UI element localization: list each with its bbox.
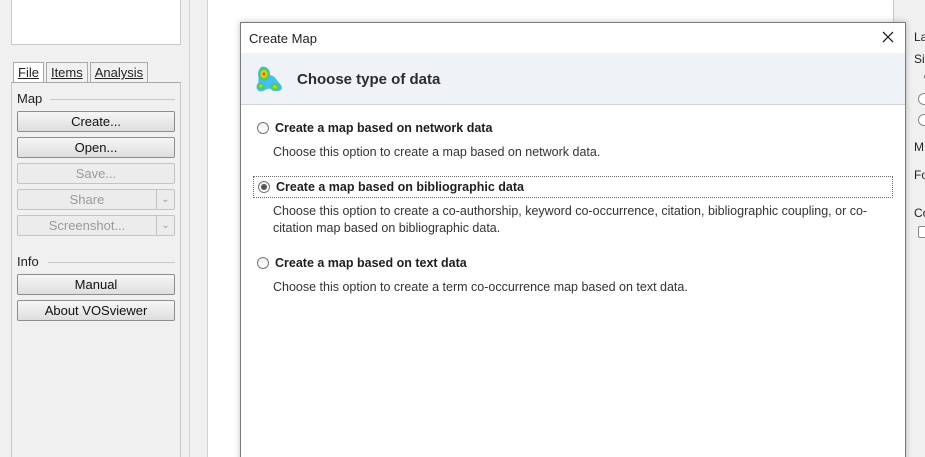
option-text-row[interactable]: Create a map based on text data [253,252,893,274]
map-group-label: Map [17,91,43,106]
save-button[interactable]: Save... [17,163,175,184]
map-group-divider [50,99,175,100]
right-panel-fragment-si: Si [914,52,925,66]
close-icon[interactable] [879,28,897,46]
option-bibliographic-radio[interactable] [258,181,270,193]
option-text-description: Choose this option to create a term co-o… [273,280,688,294]
right-panel-fragment-la: La [914,30,925,44]
sidebar-tabs: File Items Analysis [13,62,150,83]
dialog-header: Choose type of data [241,53,905,105]
right-panel-fragment-co: Co [914,206,925,220]
option-bibliographic-description: Choose this option to create a co-author… [273,204,868,235]
right-panel-fragment-fo: Fo [914,168,925,182]
option-text-radio[interactable] [257,257,269,269]
overview-preview [11,0,181,45]
tab-analysis[interactable]: Analysis [89,62,149,82]
info-group-divider [48,262,175,263]
option-network[interactable]: Create a map based on network data Choos… [253,117,893,161]
manual-button[interactable]: Manual [17,274,175,295]
left-control-panel: File Items Analysis Map Create... Open..… [0,0,190,457]
option-bibliographic-row[interactable]: Create a map based on bibliographic data [253,176,893,198]
screenshot-dropdown-chevron-icon[interactable]: ⌄ [156,216,174,235]
dialog-title: Create Map [249,31,317,46]
panel-splitter[interactable] [190,0,208,457]
tab-file[interactable]: File [13,62,44,83]
about-vosviewer-button[interactable]: About VOSviewer [17,300,175,321]
share-button-label: Share [69,192,105,207]
info-group-label: Info [17,254,39,269]
option-bibliographic-label: Create a map based on bibliographic data [276,180,524,194]
open-button[interactable]: Open... [17,137,175,158]
screenshot-button[interactable]: Screenshot... ⌄ [17,215,175,236]
option-text[interactable]: Create a map based on text data Choose t… [253,252,893,296]
option-text-label: Create a map based on text data [275,256,467,270]
tab-items[interactable]: Items [45,62,88,82]
right-panel-radio-2[interactable] [918,114,925,126]
vosviewer-density-icon [256,66,282,92]
option-bibliographic[interactable]: Create a map based on bibliographic data… [253,176,893,237]
create-button[interactable]: Create... [17,111,175,132]
option-network-row[interactable]: Create a map based on network data [253,117,893,139]
screenshot-button-label: Screenshot... [48,218,126,233]
right-panel-fragment-m: M [914,140,924,154]
option-network-radio[interactable] [257,122,269,134]
create-map-dialog: Create Map Choose type of data Create a … [240,22,906,457]
option-network-label: Create a map based on network data [275,121,493,135]
dialog-header-title: Choose type of data [297,71,441,88]
share-button[interactable]: Share ⌄ [17,189,175,210]
dialog-titlebar[interactable]: Create Map [241,23,905,53]
right-panel-radio-1[interactable] [918,93,925,105]
share-dropdown-chevron-icon[interactable]: ⌄ [156,190,174,209]
right-panel-checkbox[interactable] [918,226,925,238]
option-network-description: Choose this option to create a map based… [273,145,601,159]
